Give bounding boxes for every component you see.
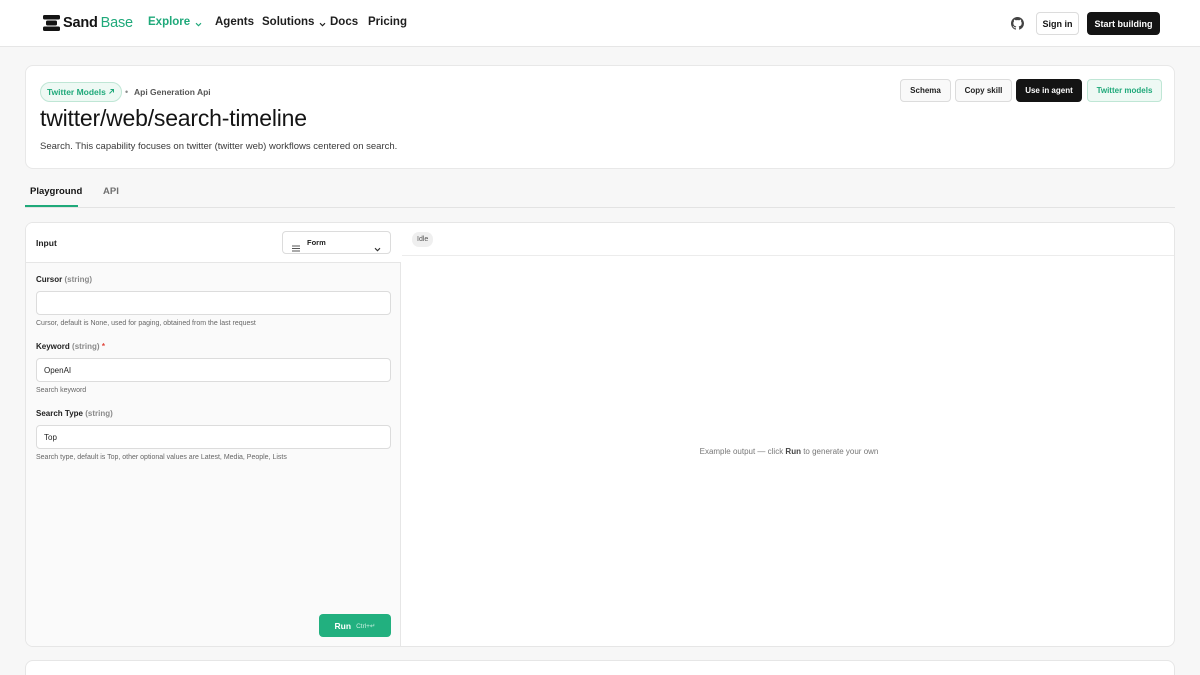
schema-button[interactable]: Schema xyxy=(900,79,951,102)
keyword-field-label: Keyword (string) * xyxy=(36,342,105,351)
breadcrumb: Api Generation Api xyxy=(134,87,211,97)
tab-api[interactable]: API xyxy=(103,186,119,197)
nav-pricing-label: Pricing xyxy=(368,16,407,28)
nav-agents-label: Agents xyxy=(215,16,254,28)
output-placeholder: Example output — click Run to generate y… xyxy=(402,447,1174,456)
logo-text-accent: Base xyxy=(100,15,133,31)
output-hint-run: Run xyxy=(785,447,801,456)
output-hint-after: to generate your own xyxy=(800,447,879,456)
twitter-models-tag-label: Twitter Models xyxy=(47,87,106,97)
copy-skill-button[interactable]: Copy skill xyxy=(955,79,1012,102)
github-icon[interactable] xyxy=(1011,17,1024,30)
next-section-card xyxy=(25,660,1175,675)
twitter-models-button[interactable]: Twitter models xyxy=(1087,79,1162,102)
search-type-field-name: Search Type xyxy=(36,409,83,418)
search-type-field-label: Search Type (string) xyxy=(36,409,113,418)
top-navigation: Sand Base Explore Agents Solutions Docs P… xyxy=(0,0,1200,47)
required-marker: * xyxy=(101,342,105,351)
breadcrumb-separator: • xyxy=(125,87,129,97)
input-mode-value: Form xyxy=(307,238,326,247)
logo[interactable]: Sand Base xyxy=(43,15,133,31)
nav-explore[interactable]: Explore xyxy=(148,16,202,28)
arrow-up-right-icon xyxy=(108,87,115,97)
tab-playground[interactable]: Playground xyxy=(30,186,82,197)
search-type-field-help: Search type, default is Top, other optio… xyxy=(36,454,287,461)
nav-docs-label: Docs xyxy=(330,16,359,28)
playground-panel: Input Form Cursor (string) Cursor, defau… xyxy=(25,222,1175,647)
nav-agents[interactable]: Agents xyxy=(215,16,254,28)
output-panel-header: Idle xyxy=(402,223,1174,256)
run-shortcut-hint: Ctrl+↵ xyxy=(356,622,376,630)
run-button[interactable]: Run Ctrl+↵ xyxy=(319,614,391,637)
sign-in-button[interactable]: Sign in xyxy=(1036,12,1079,35)
keyword-field-help: Search keyword xyxy=(36,387,87,394)
output-hint-before: Example output — click xyxy=(699,447,786,456)
search-type-input[interactable] xyxy=(36,425,391,449)
nav-solutions[interactable]: Solutions xyxy=(262,16,326,28)
keyword-field-type: (string) xyxy=(72,342,100,351)
logo-text: Sand Base xyxy=(63,15,133,31)
chevron-down-icon xyxy=(195,19,202,26)
input-panel: Input Form Cursor (string) Cursor, defau… xyxy=(26,223,401,646)
list-icon xyxy=(292,239,300,252)
page-description: Search. This capability focuses on twitt… xyxy=(40,141,398,152)
chevron-down-icon xyxy=(374,240,381,252)
cursor-field-label: Cursor (string) xyxy=(36,275,92,284)
use-in-agent-button[interactable]: Use in agent xyxy=(1016,79,1082,102)
start-building-button[interactable]: Start building xyxy=(1087,12,1160,35)
cursor-field-name: Cursor xyxy=(36,275,63,284)
input-mode-select[interactable]: Form xyxy=(282,231,391,254)
cursor-field-help: Cursor, default is None, used for paging… xyxy=(36,320,256,327)
logo-text-main: Sand xyxy=(63,15,98,31)
status-badge: Idle xyxy=(412,232,434,247)
run-button-label: Run xyxy=(334,620,352,631)
keyword-field-name: Keyword xyxy=(36,342,70,351)
search-type-field-type: (string) xyxy=(85,409,113,418)
chevron-down-icon xyxy=(319,19,326,26)
page-title: twitter/web/search-timeline xyxy=(40,105,307,131)
nav-explore-label: Explore xyxy=(148,16,191,28)
input-panel-header: Input Form xyxy=(26,223,401,263)
cursor-input[interactable] xyxy=(36,291,391,315)
nav-pricing[interactable]: Pricing xyxy=(368,16,407,28)
capability-header: Twitter Models • Api Generation Api twit… xyxy=(25,65,1175,169)
nav-docs[interactable]: Docs xyxy=(330,16,358,28)
twitter-models-tag[interactable]: Twitter Models xyxy=(40,82,122,102)
cursor-field-type: (string) xyxy=(64,275,93,284)
input-panel-title: Input xyxy=(36,238,57,248)
nav-solutions-label: Solutions xyxy=(262,16,315,28)
sandbase-logo-icon xyxy=(43,15,60,31)
tabs-divider xyxy=(25,207,1175,208)
keyword-input[interactable] xyxy=(36,358,391,382)
